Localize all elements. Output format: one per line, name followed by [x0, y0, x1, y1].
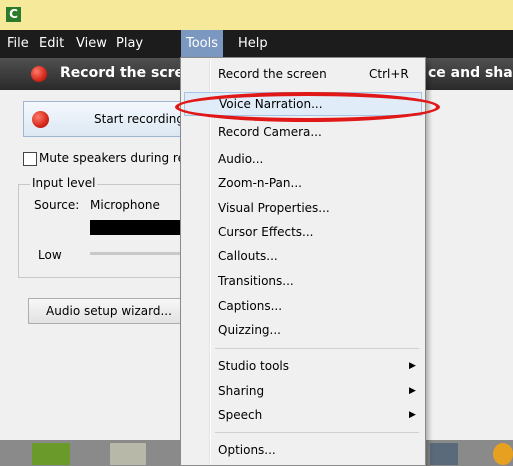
menu-item-label: Zoom-n-Pan...: [218, 176, 302, 190]
submenu-arrow-icon: ▶: [409, 410, 416, 420]
menu-item-label: Sharing: [218, 384, 265, 398]
menu-separator: [215, 348, 419, 349]
start-recording-button[interactable]: Start recording: [23, 101, 193, 137]
menu-edit[interactable]: Edit: [34, 30, 69, 58]
menu-item-label: Transitions...: [218, 274, 294, 288]
menu-item-label: Visual Properties...: [218, 201, 330, 215]
mute-speakers-label: Mute speakers during rec: [39, 151, 192, 165]
menu-help[interactable]: Help: [233, 30, 273, 58]
menu-item-transitions[interactable]: Transitions...: [184, 269, 422, 293]
record-icon: [31, 66, 47, 82]
menu-item-label: Record the screen: [218, 67, 327, 81]
camtasia-logo-icon: C: [6, 7, 21, 22]
source-value[interactable]: Microphone: [90, 198, 160, 212]
submenu-arrow-icon: ▶: [409, 361, 416, 371]
menu-item-speech[interactable]: Speech ▶: [184, 403, 422, 427]
share-icon[interactable]: [430, 443, 458, 465]
menu-item-captions[interactable]: Captions...: [184, 294, 422, 318]
menu-item-audio[interactable]: Audio...: [184, 147, 422, 171]
menu-item-label: Cursor Effects...: [218, 225, 314, 239]
menu-item-zoom-n-pan[interactable]: Zoom-n-Pan...: [184, 171, 422, 195]
media-icon[interactable]: [110, 443, 146, 465]
menu-item-cursor-effects[interactable]: Cursor Effects...: [184, 220, 422, 244]
menu-item-record-camera[interactable]: Record Camera...: [184, 120, 422, 144]
menu-item-label: Studio tools: [218, 359, 290, 373]
header-title-left: Record the scree: [60, 65, 194, 81]
title-bar: C: [0, 0, 513, 30]
menu-item-visual-properties[interactable]: Visual Properties...: [184, 196, 422, 220]
menu-item-quizzing[interactable]: Quizzing...: [184, 318, 422, 342]
menu-item-shortcut: Ctrl+R: [369, 67, 409, 81]
highlight-annotation-ellipse: [175, 92, 440, 122]
menu-item-label: Record Camera...: [218, 125, 322, 139]
menu-item-callouts[interactable]: Callouts...: [184, 244, 422, 268]
start-recording-label: Start recording: [94, 112, 185, 126]
menu-item-options[interactable]: Options...: [184, 438, 422, 462]
menu-item-sharing[interactable]: Sharing ▶: [184, 379, 422, 403]
help-icon[interactable]: [493, 443, 513, 465]
record-icon: [32, 111, 49, 128]
menu-item-label: Speech: [218, 408, 263, 422]
menu-separator: [215, 432, 419, 433]
menu-file[interactable]: File: [2, 30, 34, 58]
menu-item-label: Callouts...: [218, 249, 278, 263]
menu-item-label: Captions...: [218, 299, 283, 313]
menu-tools[interactable]: Tools: [181, 30, 224, 58]
source-label: Source:: [34, 198, 80, 212]
mute-speakers-checkbox[interactable]: [23, 152, 37, 166]
menu-bar: File Edit View Play Tools Help: [0, 30, 513, 58]
menu-play[interactable]: Play: [111, 30, 148, 58]
film-strip-icon[interactable]: [32, 443, 70, 465]
input-level-title: Input level: [30, 176, 98, 190]
menu-item-record-screen[interactable]: Record the screen Ctrl+R: [184, 62, 422, 86]
audio-setup-wizard-button[interactable]: Audio setup wizard...: [28, 298, 190, 324]
header-title-right: ce and shar: [428, 65, 513, 81]
menu-view[interactable]: View: [71, 30, 112, 58]
low-label: Low: [38, 248, 62, 262]
menu-item-label: Audio...: [218, 152, 264, 166]
menu-item-label: Options...: [218, 443, 276, 457]
submenu-arrow-icon: ▶: [409, 386, 416, 396]
menu-item-studio-tools[interactable]: Studio tools ▶: [184, 354, 422, 378]
menu-item-label: Quizzing...: [218, 323, 281, 337]
